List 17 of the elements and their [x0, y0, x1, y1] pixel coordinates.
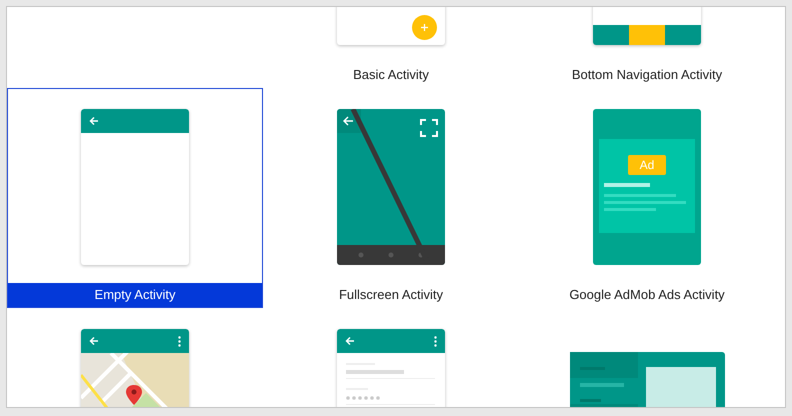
- template-tile[interactable]: Basic Activity: [263, 7, 519, 88]
- template-name: Fullscreen Activity: [338, 286, 444, 304]
- template-tile[interactable]: Empty Activity: [7, 88, 263, 308]
- back-arrow-icon: [89, 336, 99, 346]
- template-tile[interactable]: Bottom Navigation Activity: [519, 7, 775, 88]
- template-name: Basic Activity: [352, 66, 430, 84]
- add-fab-icon: [412, 15, 437, 40]
- more-options-icon: [434, 336, 437, 346]
- ad-badge: Ad: [628, 155, 666, 175]
- template-tile[interactable]: Fullscreen Activity: [263, 88, 519, 308]
- template-tile[interactable]: Ad Google AdMob Ads Activity: [519, 88, 775, 308]
- template-name: Empty Activity: [8, 283, 262, 307]
- back-arrow-icon: [345, 336, 355, 346]
- template-name: Bottom Navigation Activity: [570, 66, 724, 84]
- template-name: Google AdMob Ads Activity: [568, 286, 726, 304]
- more-options-icon: [178, 336, 181, 346]
- back-arrow-icon: [89, 116, 99, 126]
